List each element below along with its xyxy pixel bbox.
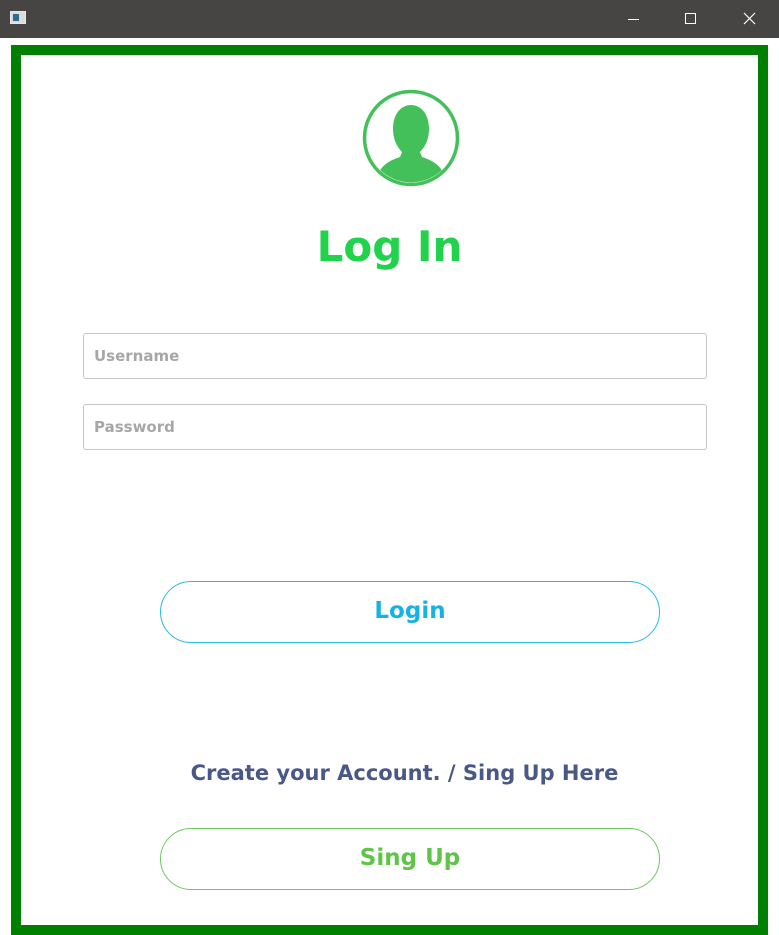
page-title: Log In [316,222,463,271]
password-input[interactable] [83,404,707,450]
close-icon [743,12,756,25]
create-account-link[interactable]: Create your Account. / Sing Up Here [0,758,779,788]
close-button[interactable] [720,0,778,38]
title-bar[interactable] [0,0,779,38]
signup-button[interactable]: Sing Up [160,828,660,890]
maximize-icon [685,13,696,24]
username-input[interactable] [83,333,707,379]
minimize-icon [628,19,639,20]
login-button[interactable]: Login [160,581,660,643]
maximize-button[interactable] [662,0,720,38]
user-avatar-icon [362,89,460,187]
app-icon [10,11,26,24]
app-window: Log In Login Create your Account. / Sing… [0,0,779,935]
minimize-button[interactable] [604,0,662,38]
